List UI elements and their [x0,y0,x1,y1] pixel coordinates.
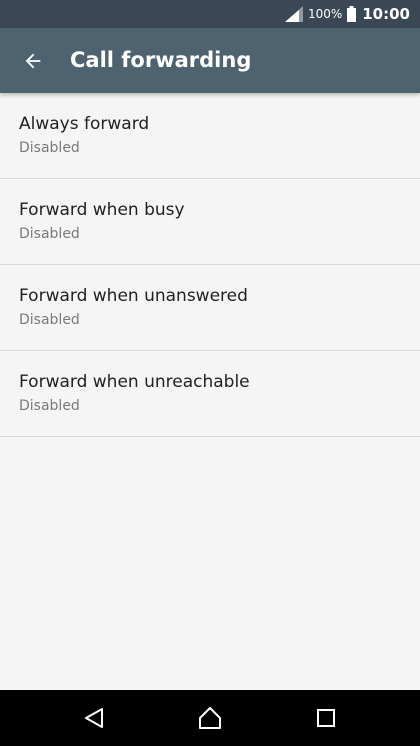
arrow-left-icon [25,53,41,69]
app-bar: Call forwarding [0,28,420,93]
battery-percent: 100% [307,7,343,21]
nav-recents-button[interactable] [312,704,340,732]
setting-forward-when-busy[interactable]: Forward when busy Disabled [0,179,420,265]
home-icon [199,707,221,729]
status-bar: 100% 10:00 [0,0,420,28]
back-button[interactable] [12,40,54,82]
setting-title: Forward when busy [19,200,185,220]
setting-status: Disabled [19,398,80,414]
status-icons: 100% 10:00 [284,0,410,28]
nav-back-button[interactable] [80,704,108,732]
settings-list: Always forward Disabled Forward when bus… [0,93,420,437]
setting-forward-when-unanswered[interactable]: Forward when unanswered Disabled [0,265,420,351]
setting-always-forward[interactable]: Always forward Disabled [0,93,420,179]
nav-home-button[interactable] [196,704,224,732]
page-title: Call forwarding [70,48,252,72]
navigation-bar [0,690,420,746]
back-triangle-icon [85,708,103,728]
setting-status: Disabled [19,312,80,328]
setting-status: Disabled [19,140,80,156]
setting-forward-when-unreachable[interactable]: Forward when unreachable Disabled [0,351,420,437]
setting-title: Forward when unreachable [19,372,250,392]
setting-title: Forward when unanswered [19,286,248,306]
recents-icon [317,709,335,727]
setting-title: Always forward [19,114,150,134]
setting-status: Disabled [19,226,80,242]
battery-icon [347,6,357,22]
signal-icon [284,6,303,22]
clock: 10:00 [362,5,410,23]
